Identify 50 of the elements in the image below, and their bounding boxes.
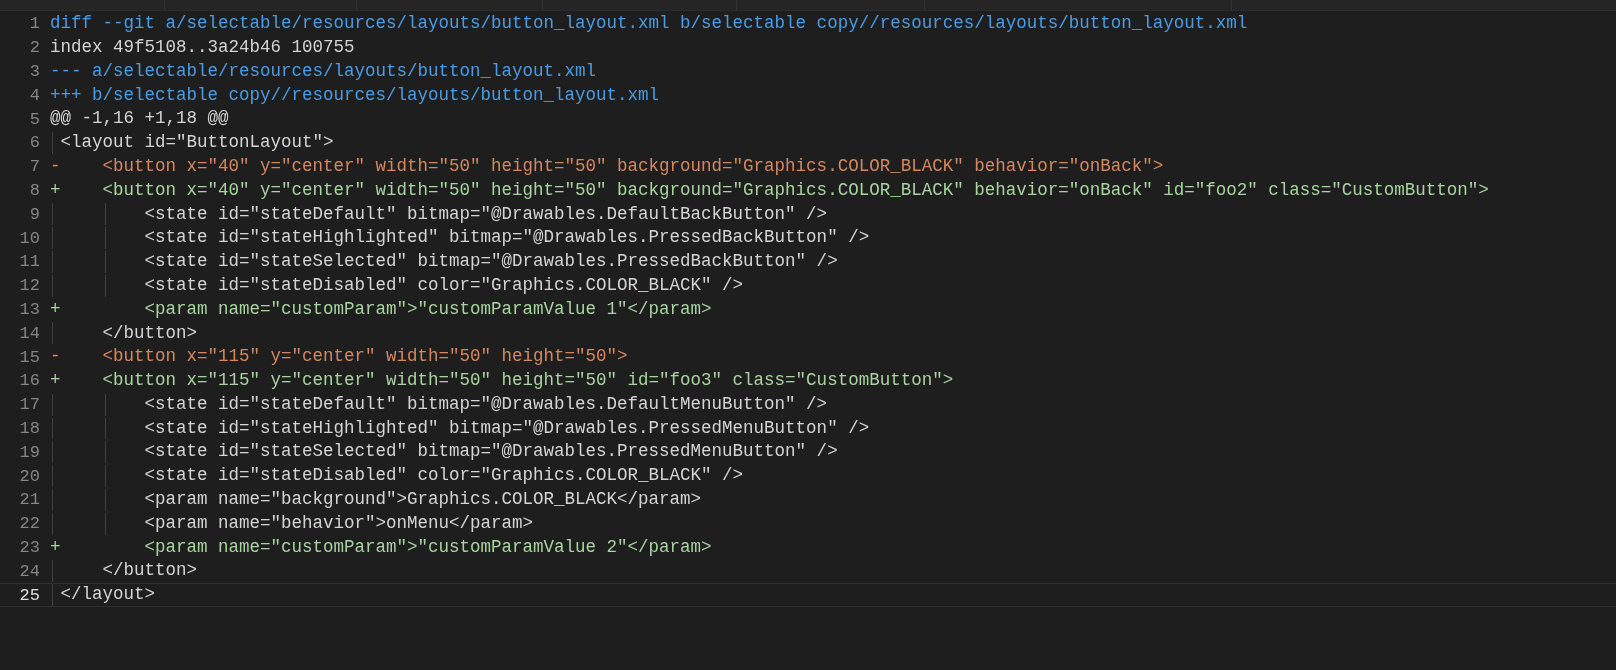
code-line: + <button x="115" y="center" width="50" height="50" id="foo3" class="CustomButton">: [50, 372, 954, 390]
code-line: <state id="stateSelected" bitmap="@Drawables.PressedBackButton" />: [143, 253, 838, 271]
line-number: 13: [18, 300, 40, 318]
line-number: 23: [18, 538, 40, 556]
code-line: - <button x="40" y="center" width="50" height="50" background="Graphics.COLOR_BLACK" behavior="onBack">: [50, 157, 1164, 176]
line-number: 9: [28, 205, 40, 223]
code-line: <layout id="ButtonLayout">: [59, 134, 334, 152]
line-number: 16: [18, 372, 40, 390]
code-line: --- a/selectable/resources/layouts/button_layout.xml: [50, 62, 597, 81]
line-number: 8: [28, 181, 40, 199]
code-line: index 49f5108..3a24b46 100755: [50, 38, 355, 57]
line-number: 18: [18, 419, 40, 437]
line-number: 22: [18, 515, 40, 533]
line-number: 20: [18, 467, 40, 485]
line-number: 24: [18, 562, 40, 580]
code-line: </button>: [101, 324, 198, 342]
code-line: <param name="behavior">onMenu</param>: [143, 514, 534, 533]
line-number: 3: [28, 63, 40, 80]
line-number: 12: [18, 277, 40, 295]
code-line: + <param name="customParam">"customParamValue 2"</param>: [50, 538, 712, 557]
line-number: 6: [28, 134, 40, 152]
line-number: 7: [28, 158, 40, 176]
line-number: 1: [28, 15, 40, 33]
line-number: 4: [28, 86, 40, 104]
line-number: 19: [18, 443, 40, 461]
code-line: - <button x="115" y="center" width="50" height="50">: [50, 348, 628, 366]
code-line: <state id="stateDisabled" color="Graphics.COLOR_BLACK" />: [143, 276, 744, 295]
code-line: @@ -1,16 +1,18 @@: [50, 110, 229, 128]
line-number: 15: [18, 348, 40, 366]
line-number: 25: [18, 586, 40, 604]
line-number: 21: [18, 491, 40, 509]
code-line: </layout>: [59, 586, 156, 604]
code-line: <state id="stateHighlighted" bitmap="@Drawables.PressedBackButton" />: [143, 229, 870, 247]
code-line: <state id="stateSelected" bitmap="@Drawables.PressedMenuButton" />: [143, 443, 838, 461]
code-line: diff --git a/selectable/resources/layouts/button_layout.xml b/selectable copy//resources/layouts/button_layout.xml: [50, 15, 1248, 33]
line-number: 14: [18, 324, 40, 342]
line-number: 17: [18, 396, 40, 414]
code-line: + <param name="customParam">"customParamValue 1"</param>: [50, 300, 712, 319]
line-number: 10: [18, 229, 40, 247]
code-line: <state id="stateHighlighted" bitmap="@Drawables.PressedMenuButton" />: [143, 419, 870, 438]
line-number: 2: [28, 39, 40, 57]
line-number: 11: [18, 253, 40, 271]
code-line: +++ b/selectable copy//resources/layouts/button_layout.xml: [50, 86, 660, 105]
code-line: <state id="stateDefault" bitmap="@Drawables.DefaultMenuButton" />: [143, 395, 828, 414]
code-line: </button>: [101, 562, 198, 580]
code-line: <state id="stateDefault" bitmap="@Drawables.DefaultBackButton" />: [143, 205, 828, 223]
code-line: <param name="background">Graphics.COLOR_BLACK</param>: [143, 491, 702, 509]
code-line: + <button x="40" y="center" width="50" height="50" background="Graphics.COLOR_BLACK" behavior="onBack" id="foo2" class="CustomButton">: [50, 181, 1489, 200]
code-line: <state id="stateDisabled" color="Graphics.COLOR_BLACK" />: [143, 467, 744, 485]
line-number: 5: [28, 110, 40, 128]
